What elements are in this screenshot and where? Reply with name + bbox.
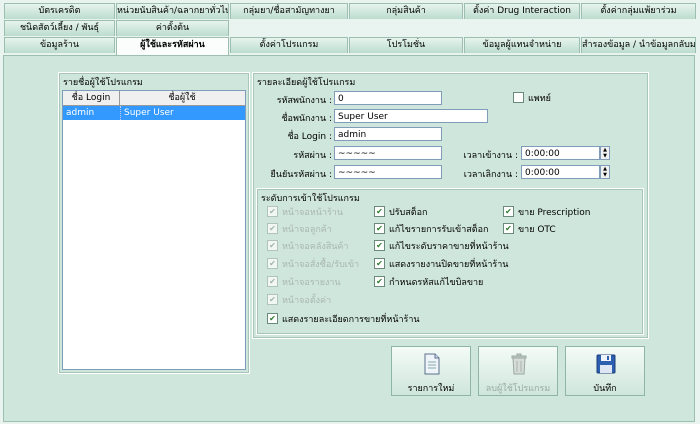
delete-user-button[interactable]: ลบผู้ใช้โปรแกรม bbox=[478, 346, 558, 396]
access-checkbox-closing-report[interactable]: ✔ แสดงรายงานปิดขายที่หน้าร้าน bbox=[374, 258, 508, 271]
floppy-disk-icon bbox=[596, 354, 616, 374]
password-field[interactable]: ~~~~~ bbox=[334, 146, 442, 160]
check-icon: ✔ bbox=[374, 240, 385, 251]
doctor-label: แพทย์ bbox=[528, 94, 551, 104]
check-icon: ✔ bbox=[267, 258, 278, 269]
access-checkbox-edit-receiving[interactable]: ✔ แก้ไขรายการรับเข้าสต็อก bbox=[374, 223, 488, 236]
tab-store-info[interactable]: ข้อมูลร้าน bbox=[4, 37, 115, 53]
time-in-spinner[interactable]: ▲ ▼ bbox=[600, 146, 610, 160]
access-checkbox-edit-price-level[interactable]: ✔ แก้ไขระดับราคาขายที่หน้าร้าน bbox=[374, 240, 509, 253]
tab-defaults[interactable]: ค่าตั้งต้น bbox=[116, 20, 229, 36]
tab-backup-restore[interactable]: สำรองข้อมูล / นำข้อมูลกลับมา bbox=[581, 37, 696, 53]
table-row[interactable]: admin Super User bbox=[63, 106, 245, 120]
tab-program-settings[interactable]: ตั้งค่าโปรแกรม bbox=[230, 37, 348, 53]
check-icon: ✔ bbox=[267, 313, 278, 324]
access-level-title: ระดับการเข้าใช้โปรแกรม bbox=[261, 194, 360, 204]
check-icon: ✔ bbox=[267, 294, 278, 305]
tab-units-labels[interactable]: หน่วยนับสินค้า/ฉลากยาทั่วไป bbox=[116, 3, 229, 19]
save-button[interactable]: บันทึก bbox=[565, 346, 645, 396]
tabs-row-3: ข้อมูลร้าน ผู้ใช้และรหัสผ่าน ตั้งค่าโปรแ… bbox=[0, 37, 700, 55]
time-out-label: เวลาเลิกงาน : bbox=[463, 170, 518, 180]
confirm-password-field[interactable]: ~~~~~ bbox=[334, 165, 442, 179]
col-user-header[interactable]: ชื่อผู้ใช้ bbox=[120, 91, 244, 105]
check-icon: ✔ bbox=[267, 276, 278, 287]
access-checkbox-sales-detail[interactable]: ✔ แสดงรายละเอียดการขายที่หน้าร้าน bbox=[267, 313, 420, 326]
access-checkbox-adjust-stock[interactable]: ✔ ปรับสต็อก bbox=[374, 206, 427, 219]
access-checkbox-storefront[interactable]: ✔ หน้าจอหน้าร้าน bbox=[267, 206, 343, 219]
tab-users-passwords[interactable]: ผู้ใช้และรหัสผ่าน bbox=[116, 37, 229, 55]
spin-down-icon[interactable]: ▼ bbox=[601, 172, 609, 178]
access-checkbox-reports[interactable]: ✔ หน้าจอรายงาน bbox=[267, 276, 341, 289]
check-icon: ✔ bbox=[267, 223, 278, 234]
user-detail-title: รายละเอียดผู้ใช้โปรแกรม bbox=[257, 78, 356, 88]
doctor-checkbox-box[interactable] bbox=[513, 92, 524, 103]
new-item-button[interactable]: รายการใหม่ bbox=[391, 346, 471, 396]
access-checkbox-settings[interactable]: ✔ หน้าจอตั้งค่า bbox=[267, 294, 331, 307]
user-list-header: ชื่อ Login ชื่อผู้ใช้ bbox=[63, 91, 245, 106]
check-icon: ✔ bbox=[374, 206, 385, 217]
doctor-checkbox[interactable]: แพทย์ bbox=[513, 92, 551, 105]
row-user-name: Super User bbox=[120, 106, 244, 120]
emp-code-field[interactable]: 0 bbox=[334, 91, 442, 105]
emp-name-label: ชื่อพนักงาน : bbox=[281, 114, 332, 124]
new-item-label: รายการใหม่ bbox=[407, 384, 455, 394]
login-label: ชื่อ Login : bbox=[287, 132, 332, 142]
access-checkbox-inventory[interactable]: ✔ หน้าจอคลังสินค้า bbox=[267, 240, 348, 253]
tab-product-groups[interactable]: กลุ่มสินค้า bbox=[349, 3, 463, 19]
col-login-header[interactable]: ชื่อ Login bbox=[63, 91, 120, 105]
tab-promotion[interactable]: โปรโมชั่น bbox=[349, 37, 463, 53]
emp-name-field[interactable]: Super User bbox=[334, 109, 488, 123]
user-list-title: รายชื่อผู้ใช้โปรแกรม bbox=[63, 78, 143, 88]
trash-icon bbox=[511, 353, 527, 375]
check-icon: ✔ bbox=[374, 223, 385, 234]
time-in-label: เวลาเข้างาน : bbox=[463, 151, 518, 161]
check-icon: ✔ bbox=[267, 206, 278, 217]
tabs-row-1: บัตรเครดิต หน่วยนับสินค้า/ฉลากยาทั่วไป ก… bbox=[0, 3, 700, 20]
check-icon: ✔ bbox=[503, 223, 514, 234]
document-icon bbox=[424, 353, 440, 375]
tab-drug-groups[interactable]: กลุ่มยา/ชื่อสามัญทางยา bbox=[230, 3, 348, 19]
save-label: บันทึก bbox=[593, 384, 617, 394]
tab-drug-interaction[interactable]: ตั้งค่า Drug Interaction bbox=[464, 3, 580, 19]
password-label: รหัสผ่าน : bbox=[293, 151, 332, 161]
spin-down-icon[interactable]: ▼ bbox=[601, 153, 609, 159]
access-checkbox-prescription[interactable]: ✔ ขาย Prescription bbox=[503, 206, 590, 219]
access-checkbox-bill-edit-code[interactable]: ✔ กำหนดรหัสแก้ไขบิลขาย bbox=[374, 276, 483, 289]
check-icon: ✔ bbox=[374, 258, 385, 269]
access-checkbox-customer[interactable]: ✔ หน้าจอลูกค้า bbox=[267, 223, 332, 236]
emp-code-label: รหัสพนักงาน : bbox=[276, 96, 332, 106]
check-icon: ✔ bbox=[267, 240, 278, 251]
row-login: admin bbox=[66, 108, 95, 118]
time-out-field[interactable]: 0:00:00 bbox=[521, 165, 600, 179]
tab-pet-types[interactable]: ชนิดสัตว์เลี้ยง / พันธุ์ bbox=[4, 20, 115, 36]
access-checkbox-purchasing[interactable]: ✔ หน้าจอสั่งซื้อ/รับเข้า bbox=[267, 258, 359, 271]
check-icon: ✔ bbox=[503, 206, 514, 217]
time-in-field[interactable]: 0:00:00 bbox=[521, 146, 600, 160]
login-field[interactable]: admin bbox=[334, 127, 442, 141]
time-out-spinner[interactable]: ▲ ▼ bbox=[600, 165, 610, 179]
access-checkbox-otc[interactable]: ✔ ขาย OTC bbox=[503, 223, 556, 236]
confirm-password-label: ยืนยันรหัสผ่าน : bbox=[270, 170, 332, 180]
check-icon: ✔ bbox=[374, 276, 385, 287]
tab-credit-card[interactable]: บัตรเครดิต bbox=[4, 3, 115, 19]
tab-allergy-groups[interactable]: ตั้งค่ากลุ่มแพ้ยาร่วม bbox=[581, 3, 696, 19]
delete-user-label: ลบผู้ใช้โปรแกรม bbox=[485, 384, 551, 394]
user-list[interactable]: ชื่อ Login ชื่อผู้ใช้ admin Super User bbox=[62, 90, 246, 370]
tab-distributor-info[interactable]: ข้อมูลผู้แทนจำหน่าย bbox=[464, 37, 580, 53]
tabs-row-2: ชนิดสัตว์เลี้ยง / พันธุ์ ค่าตั้งต้น bbox=[0, 20, 700, 37]
